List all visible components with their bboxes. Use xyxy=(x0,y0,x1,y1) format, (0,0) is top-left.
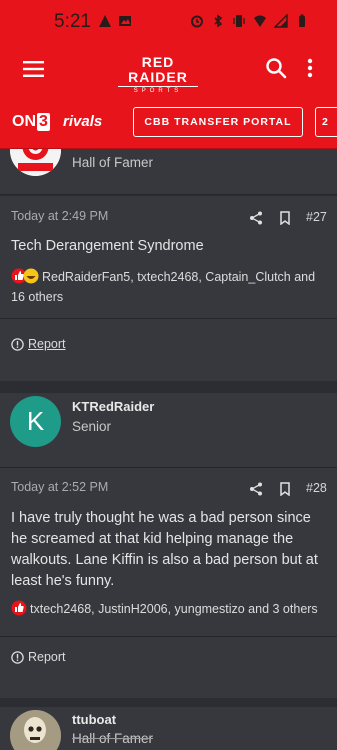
avatar[interactable] xyxy=(10,149,61,176)
red-raider-avatar-icon xyxy=(10,149,61,176)
post-28-author-header: K KTRedRaider Senior xyxy=(0,393,337,468)
avatar[interactable]: K xyxy=(10,396,61,447)
post-27: Today at 2:49 PM #27 Tech Derangement Sy… xyxy=(0,196,337,381)
rivals-logo[interactable]: rivals xyxy=(63,113,102,130)
skeleton-avatar-icon xyxy=(10,710,61,750)
status-time: 5:21 xyxy=(54,11,91,32)
post-number[interactable]: #27 xyxy=(306,210,327,224)
bookmark-icon[interactable] xyxy=(278,211,292,225)
avatar-letter: K xyxy=(26,406,45,436)
on3-logo[interactable]: ON 3 xyxy=(12,113,50,131)
logo-title: RED RAIDER xyxy=(128,54,188,85)
share-icon[interactable] xyxy=(249,211,263,225)
thread-content[interactable]: Hall of Famer Today at 2:49 PM #27 Tech … xyxy=(0,149,337,750)
search-icon[interactable] xyxy=(264,56,288,80)
status-notifications xyxy=(98,14,132,28)
post-gap xyxy=(0,698,337,707)
image-icon xyxy=(119,16,131,26)
reactions-users: txtech2468, JustinH2006, yungmestizo and… xyxy=(30,602,318,616)
reactions-users: RedRaiderFan5, txtech2468, Captain_Clutc… xyxy=(11,270,316,304)
alarm-icon xyxy=(191,15,203,28)
report-link[interactable]: Report xyxy=(11,650,66,664)
author-role: Hall of Famer xyxy=(72,155,154,170)
divider xyxy=(0,636,337,637)
author-username[interactable]: KTRedRaider xyxy=(72,399,154,414)
divider xyxy=(0,318,337,319)
battery-icon xyxy=(299,14,305,27)
red-raider-sports-logo[interactable]: RED RAIDER SPORTS xyxy=(112,55,204,94)
cbb-transfer-portal-button[interactable]: CBB TRANSFER PORTAL xyxy=(133,107,303,137)
more-vertical-icon[interactable] xyxy=(300,56,320,80)
partner-bar: ON 3 rivals CBB TRANSFER PORTAL 2 xyxy=(0,94,337,149)
post-body: Tech Derangement Syndrome xyxy=(11,238,204,254)
like-reaction-icon xyxy=(11,600,27,616)
post-28: Today at 2:52 PM #28 I have truly though… xyxy=(0,468,337,698)
next-partner-button[interactable]: 2 xyxy=(315,107,337,137)
report-link[interactable]: Report xyxy=(11,337,66,351)
post-timestamp[interactable]: Today at 2:49 PM xyxy=(11,209,108,223)
post-gap xyxy=(0,381,337,393)
status-bar: 5:21 xyxy=(0,0,337,44)
reactions-summary[interactable]: txtech2468, JustinH2006, yungmestizo and… xyxy=(11,599,325,619)
bluetooth-icon xyxy=(214,14,223,28)
post-29-author-header: ttuboat Hall of Famer xyxy=(0,707,337,750)
bookmark-icon[interactable] xyxy=(278,482,292,496)
share-icon[interactable] xyxy=(249,482,263,496)
report-label: Report xyxy=(28,650,66,664)
wifi-icon xyxy=(254,15,266,27)
post-body: I have truly thought he was a bad person… xyxy=(11,510,318,589)
warning-icon xyxy=(99,15,111,27)
vibrate-icon xyxy=(233,15,245,27)
author-role: Hall of Famer xyxy=(72,731,154,746)
avatar[interactable] xyxy=(10,710,61,750)
reactions-summary[interactable]: RedRaiderFan5, txtech2468, Captain_Clutc… xyxy=(11,267,325,307)
post-number[interactable]: #28 xyxy=(306,481,327,495)
app-bar: RED RAIDER SPORTS xyxy=(0,44,337,94)
author-username[interactable]: ttuboat xyxy=(72,712,116,727)
info-icon xyxy=(11,650,24,664)
post-timestamp[interactable]: Today at 2:52 PM xyxy=(11,480,108,494)
app-root: 5:21 RED RAIDER SPORTS ON 3 rivals CBB T… xyxy=(0,0,337,750)
on3-prefix: ON xyxy=(12,113,36,130)
status-system-icons xyxy=(190,14,309,28)
signal-icon xyxy=(274,14,288,28)
info-icon xyxy=(11,337,24,351)
on3-digit: 3 xyxy=(37,113,50,131)
author-role: Senior xyxy=(72,419,112,434)
hamburger-menu-icon[interactable] xyxy=(22,57,46,81)
post-27-author-header: Hall of Famer xyxy=(0,149,337,195)
report-label: Report xyxy=(28,337,66,351)
like-laugh-reaction-icon xyxy=(11,268,39,284)
